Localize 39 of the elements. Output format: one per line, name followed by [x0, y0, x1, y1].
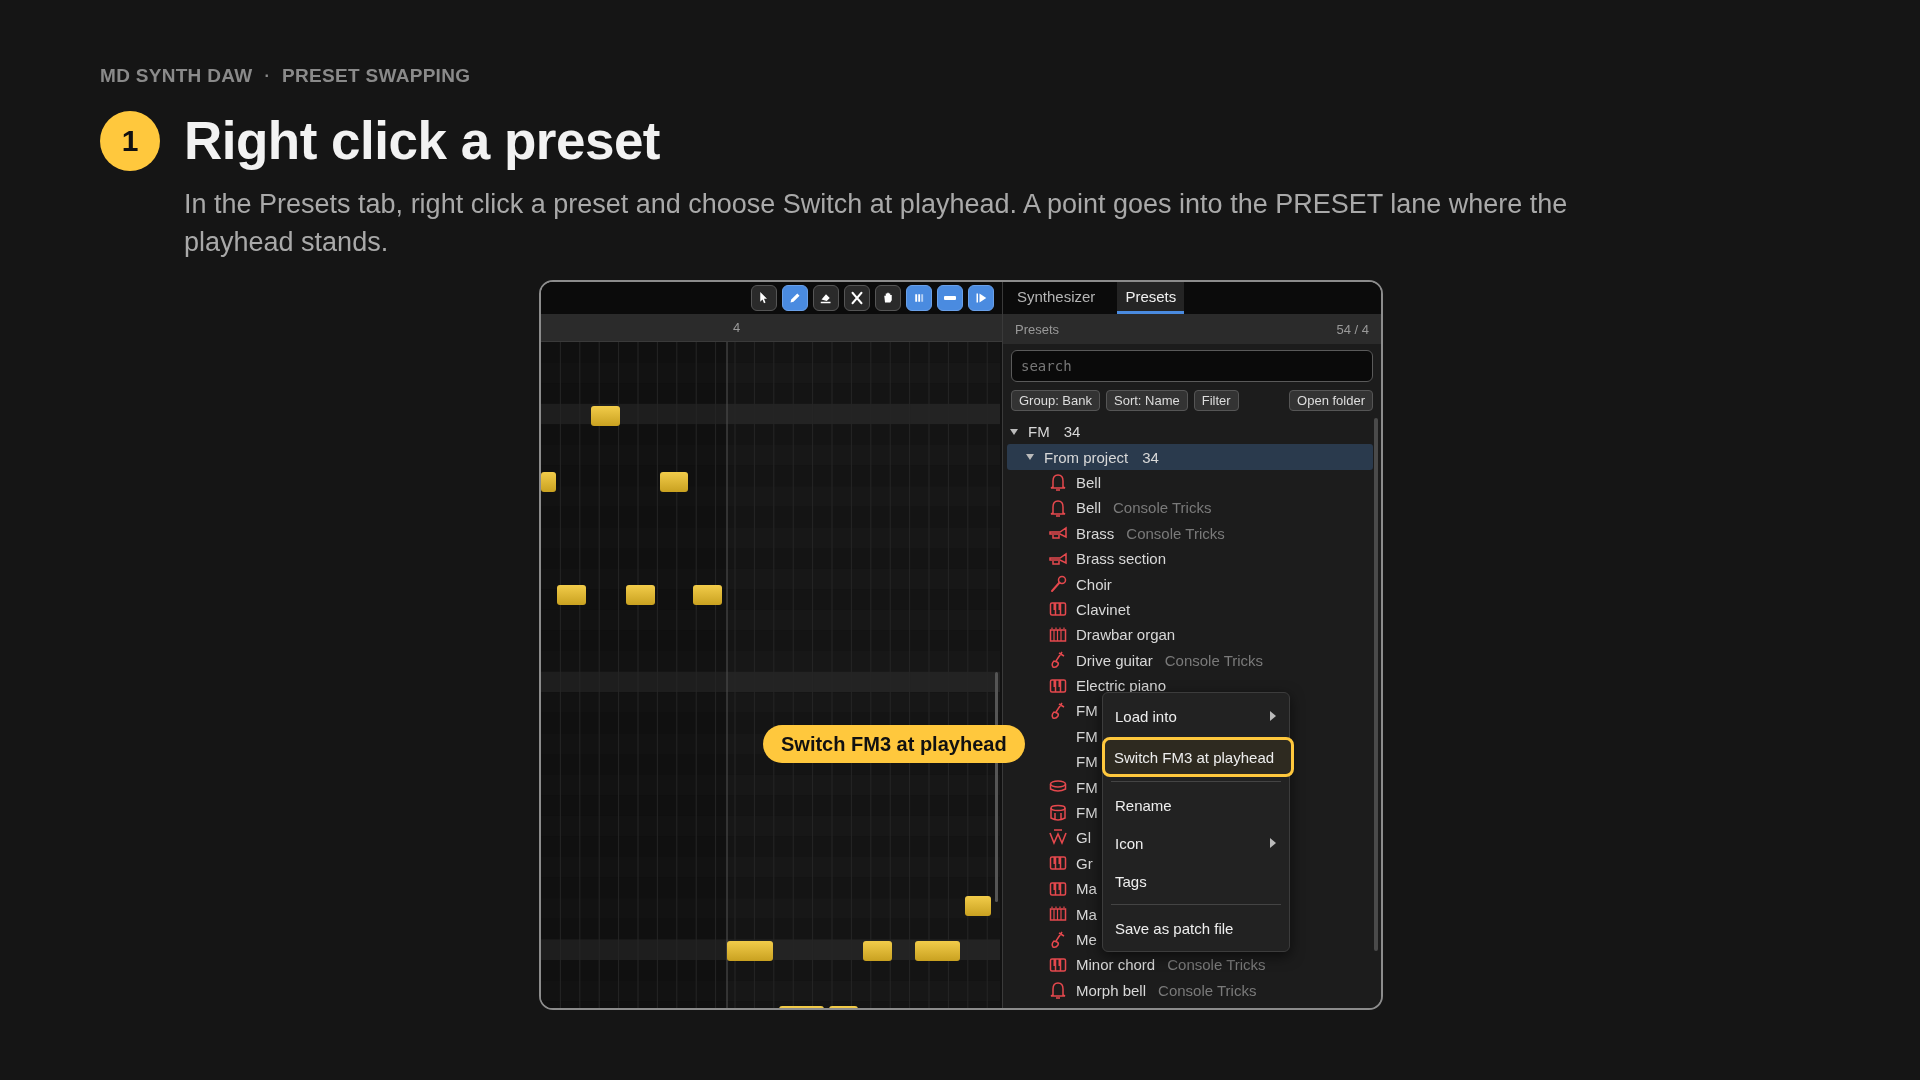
group-count: 34	[1142, 448, 1159, 466]
preset-name: Gl	[1076, 829, 1091, 847]
bar-number: 4	[733, 320, 741, 335]
preset-name: Gr	[1076, 854, 1093, 872]
group-name: From project	[1044, 448, 1129, 466]
preset-name: Ma	[1076, 905, 1097, 923]
preset-name: Clavinet	[1076, 600, 1131, 618]
step-title: Right click a preset	[184, 110, 660, 171]
preset-name: Bell	[1076, 473, 1101, 491]
preset-name: Electric piano	[1076, 677, 1167, 695]
preset-source: Console Tricks	[1158, 981, 1257, 999]
preset-name: FM	[1076, 702, 1098, 720]
preset-name: Drawbar organ	[1076, 626, 1176, 644]
preset-source: Console Tricks	[1164, 651, 1264, 669]
group-count: 34	[1063, 423, 1081, 441]
preset-name: Drive guitar	[1076, 651, 1153, 669]
preset-source: Console Tricks	[1113, 499, 1212, 517]
preset-name: Bell	[1076, 499, 1101, 517]
section-name: PRESET SWAPPING	[282, 65, 471, 87]
separator-dot: ·	[264, 67, 271, 85]
preset-name: FM	[1076, 727, 1098, 745]
preset-name: Morph bell	[1076, 981, 1147, 999]
preset-source: Console Tricks	[1126, 524, 1225, 542]
preset-name: Ma	[1076, 880, 1097, 898]
group-name: FM	[1028, 423, 1050, 441]
preset-name: Brass section	[1076, 550, 1167, 568]
preset-count: 54 / 4	[1336, 321, 1369, 337]
preset-name: Minor chord	[1076, 956, 1156, 974]
preset-source: Console Tricks	[1167, 956, 1266, 974]
preset-name: FM	[1076, 778, 1098, 796]
preset-name: Brass	[1076, 524, 1115, 542]
app-name: MD SYNTH DAW	[100, 65, 253, 87]
preset-name: FM	[1076, 804, 1098, 822]
callout-label: Switch FM3 at playhead	[763, 725, 1025, 763]
preset-name: Me	[1076, 931, 1097, 948]
step-description: In the Presets tab, right click a preset and choose Switch at playhead. A point goes into the PRESET lane where the playhead stands.	[184, 188, 1569, 259]
preset-name: Choir	[1076, 575, 1112, 593]
panel-title: Presets	[1015, 321, 1060, 337]
step-number-badge: 1	[100, 110, 160, 171]
